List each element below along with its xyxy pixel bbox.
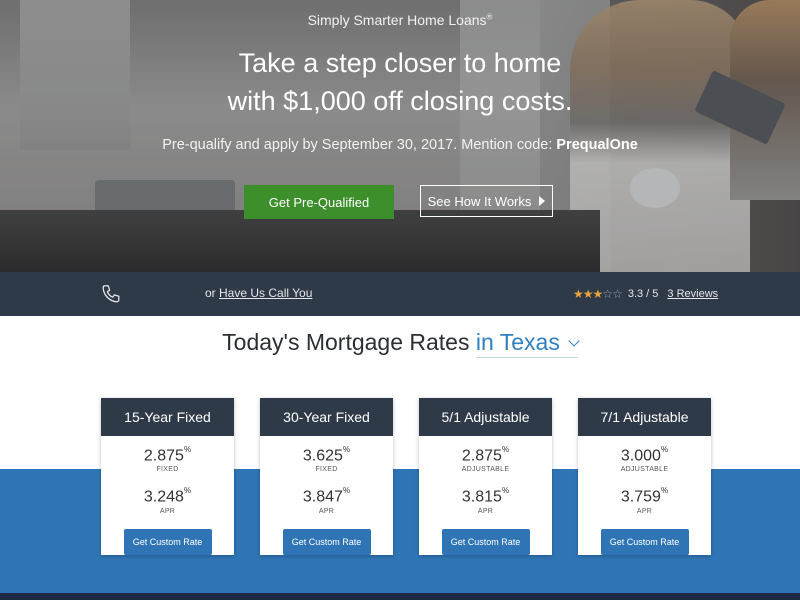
hero-headline: Take a step closer to home with $1,000 o…: [0, 44, 800, 120]
chevron-down-icon: [568, 335, 580, 347]
apr-number: 3.847: [302, 488, 343, 506]
get-custom-rate-button[interactable]: Get Custom Rate: [600, 528, 689, 555]
percent-sign: %: [342, 486, 351, 496]
apr-label: APR: [159, 507, 176, 515]
star-icon: ★: [582, 287, 594, 301]
percent-sign: %: [501, 445, 510, 454]
headline-line-1: Take a step closer to home: [238, 48, 562, 78]
tagline-text: Simply Smarter Home Loans: [307, 12, 487, 28]
rate-number: 3.625: [302, 447, 343, 465]
rate-type-label: FIXED: [156, 466, 179, 474]
rate-value: 2.875%: [419, 444, 552, 464]
reviews-link[interactable]: 3 Reviews: [667, 288, 718, 300]
rate-type-label: FIXED: [315, 466, 338, 474]
rate-card-7-1-adjustable: 7/1 Adjustable 3.000% ADJUSTABLE 3.759% …: [578, 398, 711, 555]
get-custom-rate-button[interactable]: Get Custom Rate: [441, 528, 530, 555]
star-empty-icon: ☆: [612, 287, 623, 301]
percent-sign: %: [660, 486, 669, 496]
call-text: or Have Us Call You: [205, 286, 312, 300]
rate-number: 3.000: [620, 447, 661, 465]
star-empty-icon: ☆: [602, 287, 613, 301]
hero-tagline: Simply Smarter Home Loans®: [0, 12, 800, 28]
star-icon: ★: [592, 287, 604, 301]
phone-icon[interactable]: [100, 283, 122, 305]
star-icon: ★: [573, 287, 584, 301]
rate-card-15-year-fixed: 15-Year Fixed 2.875% FIXED 3.248% APR Ge…: [101, 398, 234, 555]
subline-text: Pre-qualify and apply by September 30, 2…: [162, 137, 553, 153]
card-title: 5/1 Adjustable: [419, 398, 552, 436]
rate-value: 2.875%: [101, 444, 234, 464]
hero-content: Simply Smarter Home Loans® Take a step c…: [0, 0, 800, 272]
have-us-call-you-link[interactable]: Have Us Call You: [219, 286, 312, 300]
apr-label: APR: [636, 507, 653, 515]
percent-sign: %: [501, 486, 510, 496]
rates-title-text: Today's Mortgage Rates: [222, 329, 470, 355]
card-title: 7/1 Adjustable: [578, 398, 711, 436]
registered-mark: ®: [486, 12, 493, 22]
footer-strip: [0, 593, 800, 600]
rate-card-30-year-fixed: 30-Year Fixed 3.625% FIXED 3.847% APR Ge…: [260, 398, 393, 555]
rate-number: 2.875: [461, 447, 502, 465]
rate-type-label: ADJUSTABLE: [620, 466, 669, 474]
apr-value: 3.248%: [101, 485, 234, 505]
headline-line-2: with $1,000 off closing costs.: [227, 86, 573, 116]
get-custom-rate-button[interactable]: Get Custom Rate: [282, 528, 371, 555]
apr-number: 3.248: [143, 488, 184, 506]
hero-subline: Pre-qualify and apply by September 30, 2…: [0, 137, 800, 153]
rate-value: 3.625%: [260, 444, 393, 464]
see-how-it-works-button[interactable]: See How It Works: [420, 185, 553, 217]
card-title: 30-Year Fixed: [260, 398, 393, 436]
get-prequalified-button[interactable]: Get Pre-Qualified: [244, 185, 394, 219]
promo-code: PrequalOne: [556, 137, 638, 153]
percent-sign: %: [342, 445, 351, 454]
see-how-label: See How It Works: [427, 193, 532, 209]
rates-heading: Today's Mortgage Rates in Texas: [0, 329, 800, 358]
hero-banner: Simply Smarter Home Loans® Take a step c…: [0, 0, 800, 272]
rate-value: 3.000%: [578, 444, 711, 464]
call-bar: or Have Us Call You ★★★☆☆ 3.3 / 5 3 Revi…: [0, 272, 800, 316]
percent-sign: %: [660, 445, 669, 454]
apr-value: 3.815%: [419, 485, 552, 505]
rate-card-5-1-adjustable: 5/1 Adjustable 2.875% ADJUSTABLE 3.815% …: [419, 398, 552, 555]
card-title: 15-Year Fixed: [101, 398, 234, 436]
percent-sign: %: [183, 445, 192, 454]
rate-number: 2.875: [143, 447, 184, 465]
apr-number: 3.759: [620, 488, 661, 506]
or-label: or: [205, 286, 216, 300]
play-arrow-icon: [539, 196, 546, 206]
apr-number: 3.815: [461, 488, 502, 506]
apr-label: APR: [477, 507, 494, 515]
apr-value: 3.847%: [260, 485, 393, 505]
rating-summary: ★★★☆☆ 3.3 / 5 3 Reviews: [573, 287, 718, 301]
rate-type-label: ADJUSTABLE: [461, 466, 510, 474]
apr-label: APR: [318, 507, 335, 515]
get-custom-rate-button[interactable]: Get Custom Rate: [123, 528, 212, 555]
percent-sign: %: [183, 486, 192, 496]
star-rating: ★★★☆☆: [573, 287, 623, 301]
apr-value: 3.759%: [578, 485, 711, 505]
state-selector[interactable]: in Texas: [475, 329, 580, 358]
state-label: in Texas: [475, 329, 560, 355]
rating-value: 3.3 / 5: [627, 288, 659, 300]
